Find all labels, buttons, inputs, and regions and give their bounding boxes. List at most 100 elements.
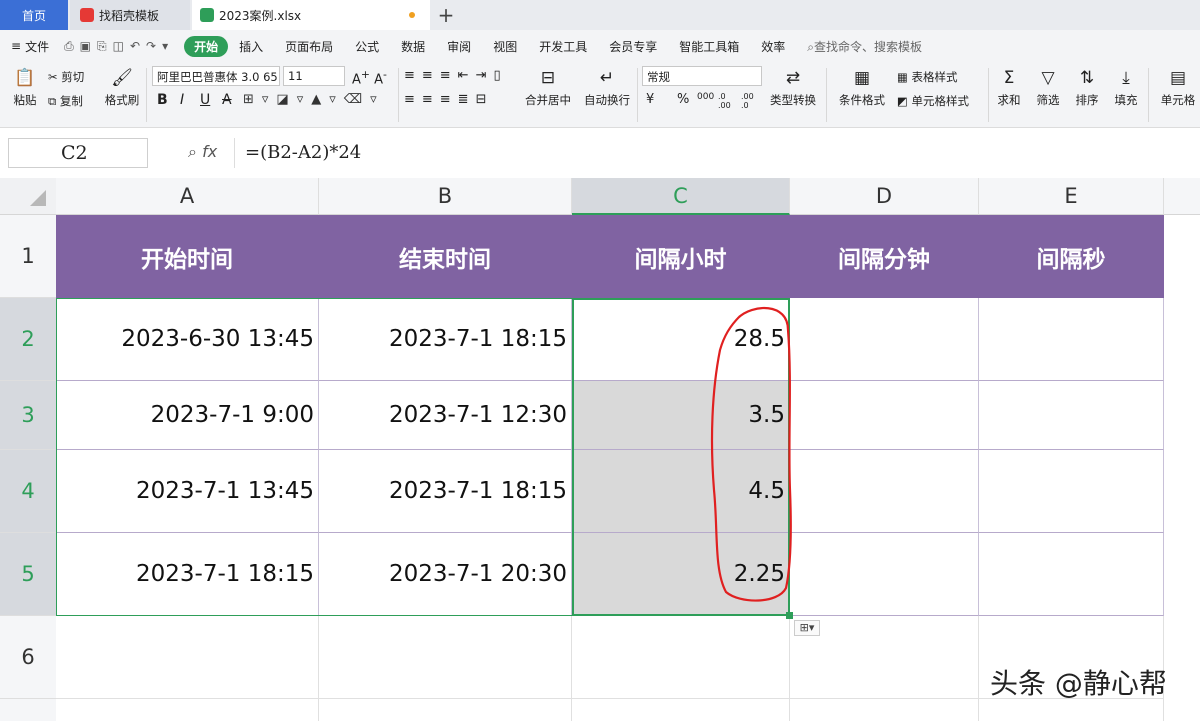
underline-button[interactable]: U: [200, 92, 210, 108]
copy-button[interactable]: ⧉ 复制: [48, 93, 83, 109]
cell-b2[interactable]: 2023-7-1 18:15: [319, 298, 572, 381]
strikethrough-button[interactable]: A: [222, 92, 232, 108]
menu-item-insert[interactable]: 插入: [228, 38, 274, 55]
header-cell-interval-hours[interactable]: 间隔小时: [572, 215, 790, 298]
row-header-5[interactable]: 5: [0, 533, 56, 616]
menu-item-start[interactable]: 开始: [184, 35, 229, 57]
merge-center-button[interactable]: ⊟ 合并居中: [520, 68, 576, 108]
sort-button[interactable]: ⇅ 排序: [1072, 68, 1102, 108]
cell-b3[interactable]: 2023-7-1 12:30: [319, 381, 572, 450]
menu-item-formula[interactable]: 公式: [344, 38, 390, 55]
cell-e5[interactable]: [979, 533, 1164, 616]
increase-decimal-button[interactable]: .0 .00: [718, 92, 734, 110]
menu-item-developer[interactable]: 开发工具: [528, 38, 598, 55]
italic-button[interactable]: I: [180, 92, 184, 108]
cell-a6[interactable]: [56, 616, 319, 699]
cell-e3[interactable]: [979, 381, 1164, 450]
cell-d4[interactable]: [790, 450, 979, 533]
row-header-4[interactable]: 4: [0, 450, 56, 533]
tab-home[interactable]: 首页: [0, 0, 68, 30]
menu-item-page-layout[interactable]: 页面布局: [274, 38, 344, 55]
menu-file[interactable]: 文件: [25, 38, 60, 55]
conditional-format-button[interactable]: ▦ 条件格式: [834, 68, 890, 108]
row-header-1[interactable]: 1: [0, 215, 56, 298]
cell-button[interactable]: ▤ 单元格: [1156, 68, 1200, 108]
cell-a2[interactable]: 2023-6-30 13:45: [56, 298, 319, 381]
cell-d2[interactable]: [790, 298, 979, 381]
formula-input[interactable]: =(B2-A2)*24: [234, 138, 1200, 168]
font-size-select[interactable]: 11: [283, 66, 345, 86]
fill-button[interactable]: ⤓ 填充: [1111, 68, 1141, 108]
copy-label: 复制: [59, 94, 83, 108]
cell-d3[interactable]: [790, 381, 979, 450]
column-header-d[interactable]: D: [790, 178, 979, 215]
fill-handle[interactable]: [786, 612, 793, 619]
cell-d7[interactable]: [790, 699, 979, 721]
cell-a5[interactable]: 2023-7-1 18:15: [56, 533, 319, 616]
header-cell-end-time[interactable]: 结束时间: [319, 215, 572, 298]
menu-item-smart-tools[interactable]: 智能工具箱: [668, 38, 750, 55]
cell-b6[interactable]: [319, 616, 572, 699]
bold-button[interactable]: B: [157, 92, 168, 108]
menu-item-member[interactable]: 会员专享: [598, 38, 668, 55]
cell-e7[interactable]: [979, 699, 1164, 721]
percent-button[interactable]: %: [677, 92, 689, 107]
currency-button[interactable]: ¥: [646, 92, 654, 107]
cell-style-button[interactable]: ◩ 单元格样式: [897, 93, 969, 109]
font-name-select[interactable]: 阿里巴巴普惠体 3.0 65: [152, 66, 280, 86]
command-search[interactable]: ⌕查找命令、搜索模板: [796, 38, 933, 55]
header-cell-start-time[interactable]: 开始时间: [56, 215, 319, 298]
cell-a7[interactable]: [56, 699, 319, 721]
row-header-6[interactable]: 6: [0, 616, 56, 699]
cut-button[interactable]: ✂ 剪切: [48, 69, 84, 85]
cell-e4[interactable]: [979, 450, 1164, 533]
hamburger-icon[interactable]: ≡: [0, 39, 25, 53]
menu-item-view[interactable]: 视图: [482, 38, 528, 55]
header-cell-interval-seconds[interactable]: 间隔秒: [979, 215, 1164, 298]
column-header-f[interactable]: [1164, 178, 1200, 215]
menu-item-data[interactable]: 数据: [390, 38, 436, 55]
column-header-a[interactable]: A: [56, 178, 319, 215]
wrap-text-button[interactable]: ↵ 自动换行: [582, 68, 632, 108]
quick-analysis-icon[interactable]: ⊞▾: [794, 620, 820, 636]
wrap-text-label: 自动换行: [584, 93, 630, 107]
align-horizontal-icons[interactable]: ≡≡≡≣⊟: [404, 92, 493, 107]
row-header-7[interactable]: [0, 699, 56, 721]
select-all-corner[interactable]: [0, 178, 56, 215]
filter-button[interactable]: ▽ 筛选: [1033, 68, 1063, 108]
row-header-3[interactable]: 3: [0, 381, 56, 450]
font-grow-shrink-icons[interactable]: A+ A-: [352, 68, 387, 87]
name-box[interactable]: C2: [8, 138, 148, 168]
formula-fx[interactable]: ⌕ fx: [188, 142, 217, 162]
cell-e2[interactable]: [979, 298, 1164, 381]
header-cell-interval-minutes[interactable]: 间隔分钟: [790, 215, 979, 298]
sum-button[interactable]: Σ 求和: [994, 68, 1024, 108]
cell-b7[interactable]: [319, 699, 572, 721]
cell-a3[interactable]: 2023-7-1 9:00: [56, 381, 319, 450]
border-fill-font-color-icons[interactable]: ⊞▿◪▿▲▿⌫▿: [243, 92, 385, 107]
row-header-2[interactable]: 2: [0, 298, 56, 381]
paste-button[interactable]: 📋 粘贴: [8, 68, 42, 108]
thousands-button[interactable]: 000: [697, 92, 714, 102]
align-top-icons[interactable]: ≡≡≡⇤⇥▯: [404, 68, 508, 83]
menu-item-efficiency[interactable]: 效率: [750, 38, 796, 55]
number-format-select[interactable]: 常规: [642, 66, 762, 86]
cell-c6[interactable]: [572, 616, 790, 699]
column-header-b[interactable]: B: [319, 178, 572, 215]
column-header-e[interactable]: E: [979, 178, 1164, 215]
new-tab-button[interactable]: +: [432, 0, 460, 30]
cell-d5[interactable]: [790, 533, 979, 616]
cell-c7[interactable]: [572, 699, 790, 721]
menu-item-review[interactable]: 审阅: [436, 38, 482, 55]
cell-b4[interactable]: 2023-7-1 18:15: [319, 450, 572, 533]
cell-b5[interactable]: 2023-7-1 20:30: [319, 533, 572, 616]
column-header-c[interactable]: C: [572, 178, 790, 215]
quick-access-icons[interactable]: ⎙▣⎘◫↶↷▾: [60, 39, 178, 54]
tab-template[interactable]: 找稻壳模板: [70, 0, 190, 30]
table-style-button[interactable]: ▦ 表格样式: [897, 69, 958, 85]
decrease-decimal-button[interactable]: .00 .0: [741, 92, 757, 110]
type-convert-button[interactable]: ⇄ 类型转换: [765, 68, 821, 108]
format-painter-button[interactable]: 🖌 格式刷: [104, 68, 140, 108]
tab-file[interactable]: 2023案例.xlsx: [192, 0, 430, 30]
cell-a4[interactable]: 2023-7-1 13:45: [56, 450, 319, 533]
